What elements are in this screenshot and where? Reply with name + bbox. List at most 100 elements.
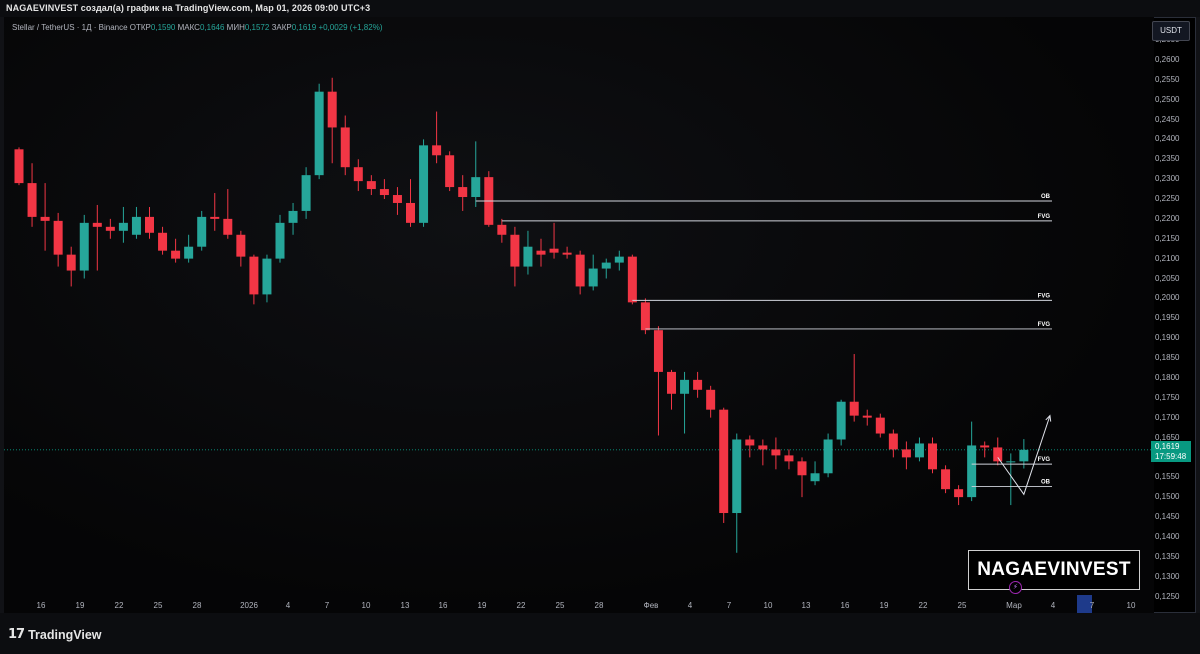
candle-body [980, 445, 990, 448]
price-tick: 0,2200 [1155, 213, 1180, 223]
candle-body [275, 222, 285, 259]
candle-body [14, 149, 24, 184]
time-tick: 2026 [240, 601, 258, 610]
time-tick: 22 [516, 601, 526, 610]
candle-body [562, 252, 572, 255]
candle-body [588, 268, 598, 287]
candle-body [523, 246, 533, 267]
time-tick: 16 [438, 601, 448, 610]
candle-body [40, 216, 50, 221]
time-tick: 19 [879, 601, 889, 610]
candle-body [614, 256, 624, 263]
candle-body [732, 439, 742, 514]
price-tick: 0,2400 [1155, 134, 1180, 144]
candle-body [758, 445, 768, 450]
candle-body [653, 330, 663, 372]
price-tick: 0,2350 [1155, 154, 1180, 164]
candle-body [862, 415, 872, 418]
candle-body [771, 449, 781, 456]
candle-body [941, 469, 951, 490]
price-axis[interactable]: 0,26500,26000,25500,25000,24500,24000,23… [1150, 17, 1196, 613]
candle-body [327, 91, 337, 128]
candle-body [510, 234, 520, 267]
price-tick: 0,2300 [1155, 174, 1180, 184]
legend-close-label: ЗАКР [271, 23, 292, 32]
time-tick: 13 [400, 601, 410, 610]
candle-body [667, 371, 676, 394]
candle-body [340, 127, 350, 168]
time-tick: 7 [1089, 601, 1095, 610]
candlestick-chart[interactable]: OB FVG FVG FVG FVG OB [4, 17, 1154, 613]
candle-body [158, 232, 168, 251]
last-price-label: 0,1619 17:59:48 [1151, 441, 1191, 462]
legend-low: 0,1572 [244, 23, 270, 32]
level-label: OB [1041, 479, 1051, 485]
candle-body [353, 167, 363, 182]
time-tick: Мар [1006, 601, 1022, 610]
legend-open: 0,1590 [150, 23, 176, 32]
candle-body [640, 302, 650, 331]
price-tick: 0,1800 [1155, 372, 1180, 382]
candle-body [993, 447, 1003, 462]
candle-body [810, 473, 820, 482]
price-tick: 0,2000 [1155, 293, 1180, 303]
chart-pane[interactable]: OB FVG FVG FVG FVG OB [4, 17, 1154, 613]
level-label: FVG [1038, 322, 1051, 328]
candle-body [249, 256, 259, 295]
time-tick: 10 [1126, 601, 1136, 610]
candle-body [53, 220, 63, 255]
candle-body [836, 401, 846, 440]
price-tick: 0,2150 [1155, 233, 1180, 243]
candle-body [406, 202, 415, 223]
price-tick: 0,1750 [1155, 392, 1180, 402]
candle-body [392, 195, 402, 203]
price-tick: 0,1300 [1155, 571, 1180, 581]
currency-button[interactable]: USDT [1152, 21, 1190, 41]
time-tick: 7 [726, 601, 732, 610]
candle-body [549, 248, 559, 253]
lightning-icon[interactable]: ⚡ [1009, 581, 1022, 594]
legend-open-label: ОТКР [129, 23, 151, 32]
candle-body [366, 181, 376, 190]
candle-body [680, 379, 690, 394]
candle-body [928, 443, 937, 470]
time-axis[interactable] [4, 596, 1154, 613]
symbol-legend: Stellar / TetherUS · 1Д · Binance ОТКР0,… [12, 23, 382, 32]
level-label: FVG [1038, 457, 1051, 463]
time-tick: 13 [801, 601, 811, 610]
price-tick: 0,1450 [1155, 512, 1180, 521]
price-tick: 0,1950 [1155, 313, 1180, 323]
level-label: FVG [1038, 293, 1051, 299]
candle-body [458, 187, 468, 198]
candle-body [967, 445, 977, 498]
price-tick: 0,2550 [1155, 74, 1180, 84]
legend-high: 0,1646 [199, 23, 225, 32]
candle-body [301, 175, 311, 211]
candle-body [66, 254, 76, 271]
time-tick: 22 [918, 601, 928, 610]
time-tick: 25 [957, 601, 967, 610]
candle-body [1019, 449, 1029, 462]
time-tick: 19 [477, 601, 487, 610]
candle-body [693, 379, 703, 390]
time-tick: 16 [840, 601, 850, 610]
price-tick: 0,1250 [1155, 591, 1180, 601]
legend-close: 0,1619 [291, 23, 317, 32]
legend-change: +0,0029 (+1,82%) [318, 23, 383, 32]
time-tick: 25 [555, 601, 565, 610]
price-tick: 0,2600 [1155, 54, 1180, 64]
level-label: OB [1041, 194, 1051, 200]
time-tick: 22 [114, 601, 124, 610]
tradingview-logo[interactable]: 17 TradingView [8, 627, 102, 642]
price-tick: 0,1350 [1155, 551, 1180, 561]
candle-body [92, 222, 102, 227]
candle-body [432, 145, 442, 156]
tradingview-logo-icon: 17 [8, 627, 25, 642]
last-price-value: 0,1619 [1155, 442, 1180, 451]
candle-body [954, 489, 964, 498]
time-tick: 28 [594, 601, 604, 610]
time-tick: 4 [687, 601, 693, 610]
time-tick: Фев [643, 601, 659, 610]
level-label: FVG [1038, 214, 1051, 220]
time-tick: 28 [192, 601, 202, 610]
